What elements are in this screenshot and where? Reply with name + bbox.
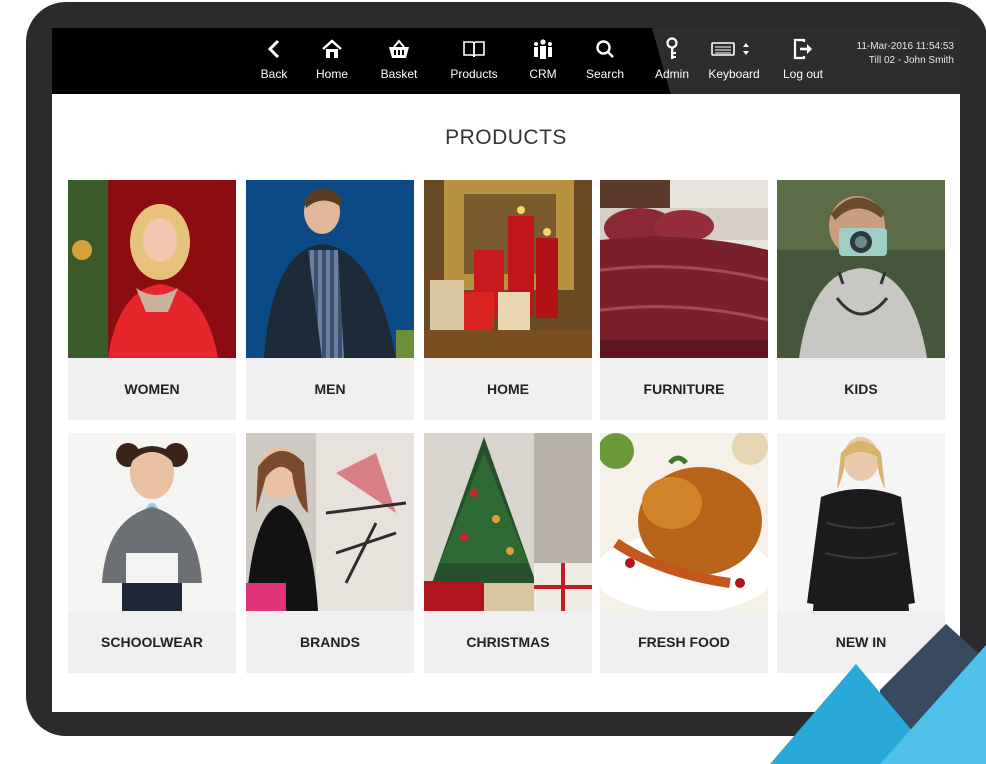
home-label: Home	[315, 67, 348, 81]
category-tile-christmas[interactable]: CHRISTMAS	[424, 433, 592, 673]
category-label: FURNITURE	[643, 381, 725, 397]
category-label: MEN	[314, 381, 346, 397]
crm-button[interactable]: CRM	[525, 36, 561, 88]
search-icon	[595, 36, 615, 62]
top-navigation-bar: Back Home Basket Products CRM Search Adm…	[52, 28, 960, 94]
session-till-user: Till 02 - John Smith	[868, 55, 954, 66]
home-image	[424, 180, 592, 358]
keyboard-button[interactable]: Keyboard	[704, 36, 764, 88]
category-tile-new-in[interactable]: NEW IN	[777, 433, 945, 673]
keyboard-label: Keyboard	[708, 67, 760, 81]
logout-button[interactable]: Log out	[778, 36, 828, 88]
back-icon	[267, 36, 281, 62]
home-button[interactable]: Home	[309, 36, 355, 88]
home-icon	[321, 36, 343, 62]
category-tile-women[interactable]: WOMEN	[68, 180, 236, 420]
basket-button[interactable]: Basket	[375, 36, 423, 88]
category-label: NEW IN	[835, 634, 887, 650]
category-label: HOME	[487, 381, 529, 397]
category-tile-fresh-food[interactable]: FRESH FOOD	[600, 433, 768, 673]
category-tile-brands[interactable]: BRANDS	[246, 433, 414, 673]
search-label: Search	[585, 67, 625, 81]
category-label: BRANDS	[300, 634, 360, 650]
products-button[interactable]: Products	[443, 36, 505, 88]
category-tile-men[interactable]: MEN	[246, 180, 414, 420]
category-tile-schoolwear[interactable]: SCHOOLWEAR	[68, 433, 236, 673]
admin-label: Admin	[654, 67, 689, 81]
page-title: PRODUCTS	[445, 126, 567, 149]
new-in-image	[777, 433, 945, 611]
basket-icon	[388, 36, 410, 62]
kids-image	[777, 180, 945, 358]
session-info: 11-Mar-2016 11:54:53 Till 02 - John Smit…	[857, 40, 954, 68]
pos-screen: Back Home Basket Products CRM Search Adm…	[52, 28, 960, 712]
christmas-image	[424, 433, 592, 611]
admin-button[interactable]: Admin	[650, 36, 694, 88]
category-tile-home[interactable]: HOME	[424, 180, 592, 420]
back-button[interactable]: Back	[252, 36, 296, 88]
women-image	[68, 180, 236, 358]
session-datetime: 11-Mar-2016 11:54:53	[856, 41, 954, 52]
category-tile-kids[interactable]: KIDS	[777, 180, 945, 420]
category-label: WOMEN	[124, 381, 180, 397]
category-label: CHRISTMAS	[466, 634, 550, 650]
schoolwear-image	[68, 433, 236, 611]
keyboard-icon	[711, 36, 757, 62]
crm-label: CRM	[529, 67, 557, 81]
logout-icon	[792, 36, 814, 62]
category-label: KIDS	[844, 381, 878, 397]
book-icon	[463, 36, 485, 62]
key-icon	[665, 36, 679, 62]
people-icon	[532, 36, 554, 62]
men-image	[246, 180, 414, 358]
basket-label: Basket	[380, 67, 418, 81]
back-label: Back	[260, 67, 288, 81]
brands-image	[246, 433, 414, 611]
products-label: Products	[450, 67, 498, 81]
category-label: SCHOOLWEAR	[101, 634, 203, 650]
logout-label: Log out	[782, 67, 824, 81]
furniture-image	[600, 180, 768, 358]
category-label: FRESH FOOD	[638, 634, 730, 650]
category-tile-furniture[interactable]: FURNITURE	[600, 180, 768, 420]
fresh-food-image	[600, 433, 768, 611]
search-button[interactable]: Search	[582, 36, 628, 88]
